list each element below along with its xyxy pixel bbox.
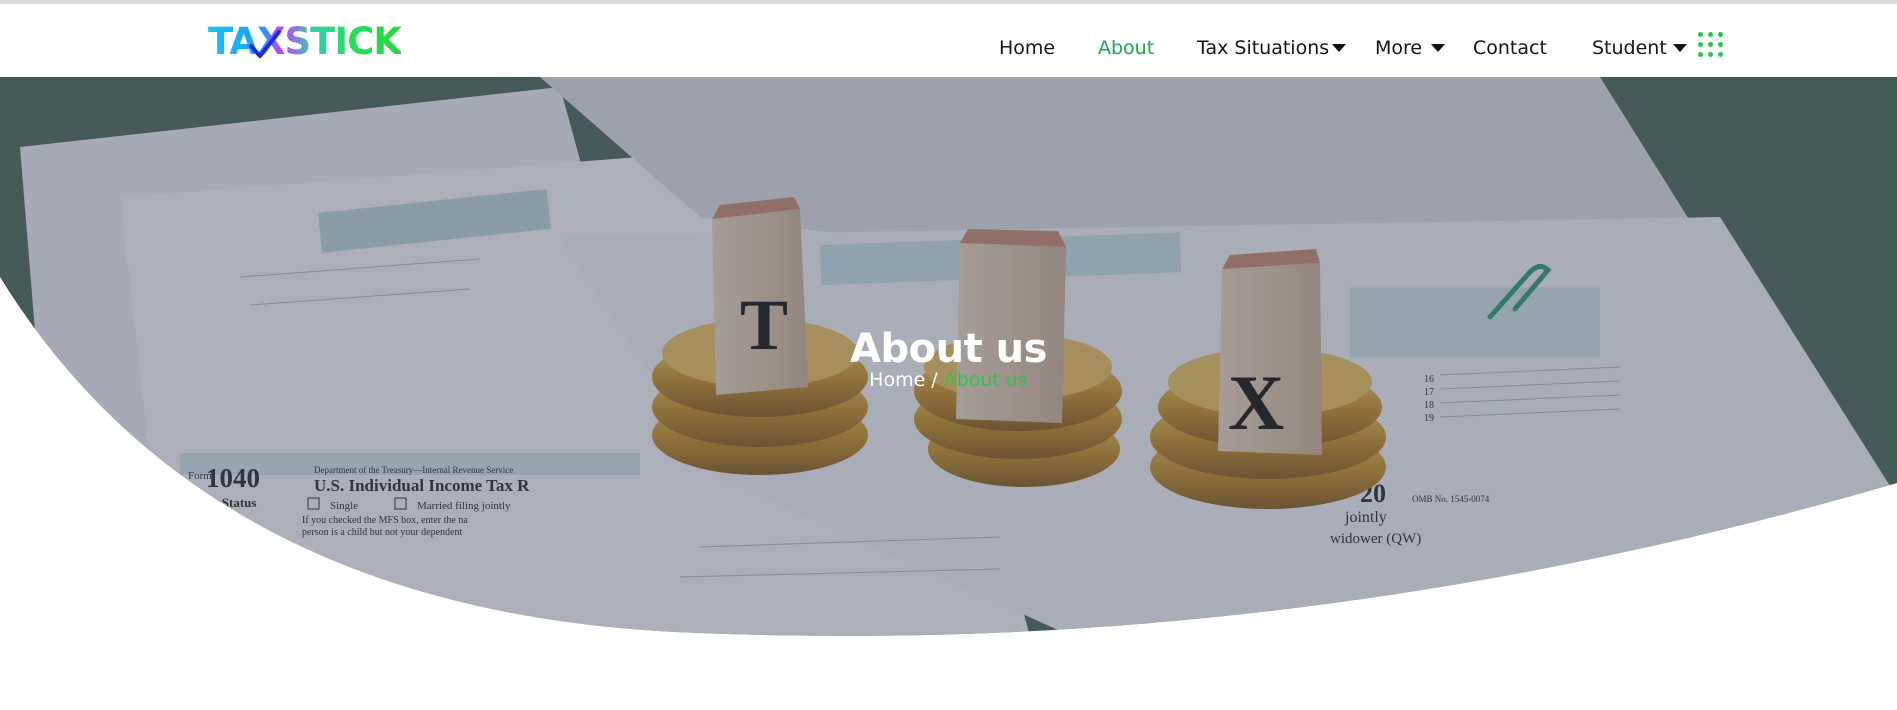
breadcrumb-separator: / — [931, 369, 938, 391]
tax-situations-chevron-down-icon[interactable] — [1332, 44, 1346, 52]
breadcrumb: Home / About us — [0, 369, 1897, 391]
more-chevron-down-icon[interactable] — [1431, 44, 1445, 52]
breadcrumb-current: About us — [943, 369, 1028, 391]
student-chevron-down-icon[interactable] — [1673, 44, 1687, 52]
grid-dots-icon[interactable] — [1698, 32, 1724, 58]
nav-contact[interactable]: Contact — [1473, 34, 1547, 62]
nav-about[interactable]: About — [1098, 34, 1154, 62]
nav-home[interactable]: Home — [999, 34, 1055, 62]
breadcrumb-home-link[interactable]: Home — [869, 369, 925, 391]
nav-tax-situations[interactable]: Tax Situations — [1197, 34, 1329, 62]
logo-text: TAXSTICK — [208, 20, 402, 63]
page-hero: Form 1040 Department of the Treasury—Int… — [0, 77, 1897, 640]
site-header: TAXSTICK Home About Tax Situations More … — [0, 4, 1897, 77]
nav-student[interactable]: Student — [1592, 34, 1667, 62]
site-logo[interactable]: TAXSTICK — [208, 20, 402, 63]
check-only-label: Check only — [188, 512, 239, 524]
page-title: About us — [850, 325, 1047, 372]
nav-more[interactable]: More — [1375, 34, 1422, 62]
